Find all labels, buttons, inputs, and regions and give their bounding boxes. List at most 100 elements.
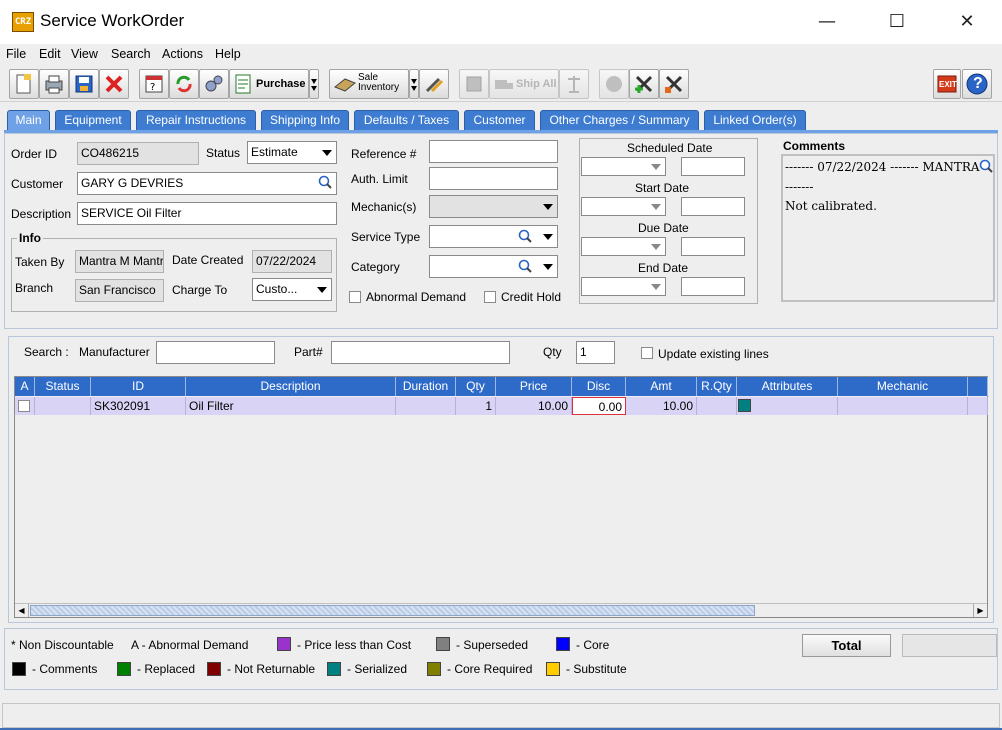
disabled-tool-button[interactable] xyxy=(459,69,489,99)
tab-main[interactable]: Main xyxy=(7,110,50,130)
cell-status[interactable] xyxy=(35,397,91,415)
delete-button[interactable] xyxy=(99,69,129,99)
new-button[interactable] xyxy=(9,69,39,99)
update-existing-lines-checkbox[interactable] xyxy=(641,347,653,359)
cell-mechanic[interactable] xyxy=(838,397,968,415)
cell-amt[interactable]: 10.00 xyxy=(626,397,697,415)
settings-button[interactable] xyxy=(199,69,229,99)
column-header-id[interactable]: ID xyxy=(91,377,186,396)
tab-repair-instructions[interactable]: Repair Instructions xyxy=(136,110,256,130)
part-number-input[interactable] xyxy=(331,341,510,364)
service-type-select[interactable] xyxy=(429,225,558,248)
customer-search-icon[interactable] xyxy=(318,175,332,189)
add-mechanic-button[interactable] xyxy=(629,69,659,99)
column-header-duration[interactable]: Duration xyxy=(396,377,456,396)
reference-field[interactable] xyxy=(429,140,558,163)
scheduled-time-field[interactable] xyxy=(681,157,745,176)
cell-qty[interactable]: 1 xyxy=(456,397,496,415)
menu-help[interactable]: Help xyxy=(215,47,241,61)
menu-search[interactable]: Search xyxy=(111,47,151,61)
tab-equipment[interactable]: Equipment xyxy=(55,110,131,130)
cell-duration[interactable] xyxy=(396,397,456,415)
sale-inventory-dropdown-button[interactable] xyxy=(409,69,419,99)
print-button[interactable] xyxy=(39,69,69,99)
column-header-description[interactable]: Description xyxy=(186,377,396,396)
ship-all-button[interactable]: Ship All xyxy=(489,69,559,99)
disabled-stand-button[interactable] xyxy=(559,69,589,99)
manufacturer-input[interactable] xyxy=(156,341,275,364)
column-header-amt[interactable]: Amt xyxy=(626,377,697,396)
mechanic-tools-button[interactable] xyxy=(659,69,689,99)
service-type-search-icon[interactable] xyxy=(518,229,532,243)
disabled-head-button[interactable] xyxy=(599,69,629,99)
cell-attributes[interactable] xyxy=(737,397,838,415)
tab-defaults-taxes[interactable]: Defaults / Taxes xyxy=(354,110,459,130)
menu-actions[interactable]: Actions xyxy=(162,47,203,61)
save-button[interactable] xyxy=(69,69,99,99)
scrollbar-thumb[interactable] xyxy=(30,605,755,616)
row-checkbox[interactable] xyxy=(18,400,30,412)
end-time-field[interactable] xyxy=(681,277,745,296)
row-select-cell[interactable] xyxy=(15,397,35,415)
menu-view[interactable]: View xyxy=(71,47,98,61)
column-header-price[interactable]: Price xyxy=(496,377,572,396)
customer-field[interactable]: GARY G DEVRIES xyxy=(77,172,337,195)
auth-limit-field[interactable] xyxy=(429,167,558,190)
scroll-right-icon[interactable]: ▶ xyxy=(973,604,987,617)
purchase-dropdown-button[interactable] xyxy=(309,69,319,99)
cell-id[interactable]: SK302091 xyxy=(91,397,186,415)
legend-abnormal-demand: A - Abnormal Demand xyxy=(131,638,249,652)
head-icon xyxy=(606,76,622,92)
mechanics-select[interactable] xyxy=(429,195,558,218)
column-header-mechanic[interactable]: Mechanic xyxy=(838,377,968,396)
abnormal-demand-checkbox[interactable] xyxy=(349,291,361,303)
start-time-field[interactable] xyxy=(681,197,745,216)
start-date-picker[interactable] xyxy=(581,197,666,216)
status-select[interactable]: Estimate xyxy=(247,141,337,164)
credit-hold-checkbox[interactable] xyxy=(484,291,496,303)
column-header-disc[interactable]: Disc xyxy=(572,377,626,396)
description-field[interactable]: SERVICE Oil Filter xyxy=(77,202,337,225)
category-select[interactable] xyxy=(429,255,558,278)
cell-rqty[interactable] xyxy=(697,397,737,415)
maximize-button[interactable]: ☐ xyxy=(874,4,920,40)
horizontal-scrollbar[interactable]: ◀ ▶ xyxy=(15,603,987,617)
menu-edit[interactable]: Edit xyxy=(39,47,61,61)
comments-area[interactable]: ------- 07/22/2024 ------- MANTRA ------… xyxy=(781,154,995,302)
purchase-button[interactable]: Purchase xyxy=(229,69,309,99)
tab-other-charges-summary[interactable]: Other Charges / Summary xyxy=(540,110,699,130)
tools-button[interactable] xyxy=(419,69,449,99)
help-button[interactable]: ? xyxy=(962,69,992,99)
sale-inventory-button[interactable]: Sale Inventory xyxy=(329,69,409,99)
column-header-rqty[interactable]: R.Qty xyxy=(697,377,737,396)
cell-price[interactable]: 10.00 xyxy=(496,397,572,415)
tab-linked-orders[interactable]: Linked Order(s) xyxy=(704,110,806,130)
close-window-button[interactable]: ✕ xyxy=(944,4,990,40)
exit-button[interactable]: EXIT xyxy=(933,69,961,99)
column-header-status[interactable]: Status xyxy=(35,377,91,396)
column-header-attributes[interactable]: Attributes xyxy=(737,377,838,396)
menu-file[interactable]: File xyxy=(6,47,26,61)
cell-description[interactable]: Oil Filter xyxy=(186,397,396,415)
scheduled-date-picker[interactable] xyxy=(581,157,666,176)
chevron-down-icon xyxy=(543,264,553,270)
scroll-left-icon[interactable]: ◀ xyxy=(15,604,29,617)
comments-search-icon[interactable] xyxy=(979,159,993,173)
column-header-a[interactable]: A xyxy=(15,377,35,396)
tab-shipping-info[interactable]: Shipping Info xyxy=(261,110,349,130)
total-button[interactable]: Total xyxy=(802,634,891,657)
refresh-button[interactable] xyxy=(169,69,199,99)
cell-disc[interactable]: 0.00 xyxy=(572,397,626,415)
service-type-label: Service Type xyxy=(351,230,421,244)
due-date-picker[interactable] xyxy=(581,237,666,256)
due-time-field[interactable] xyxy=(681,237,745,256)
column-header-qty[interactable]: Qty xyxy=(456,377,496,396)
minimize-button[interactable]: — xyxy=(804,4,850,40)
status-label: Status xyxy=(206,146,241,160)
end-date-picker[interactable] xyxy=(581,277,666,296)
qty-input[interactable]: 1 xyxy=(576,341,615,364)
charge-to-select[interactable]: Custo... xyxy=(252,278,332,301)
calendar-help-button[interactable]: ? xyxy=(139,69,169,99)
tab-customer[interactable]: Customer xyxy=(464,110,535,130)
category-search-icon[interactable] xyxy=(518,259,532,273)
